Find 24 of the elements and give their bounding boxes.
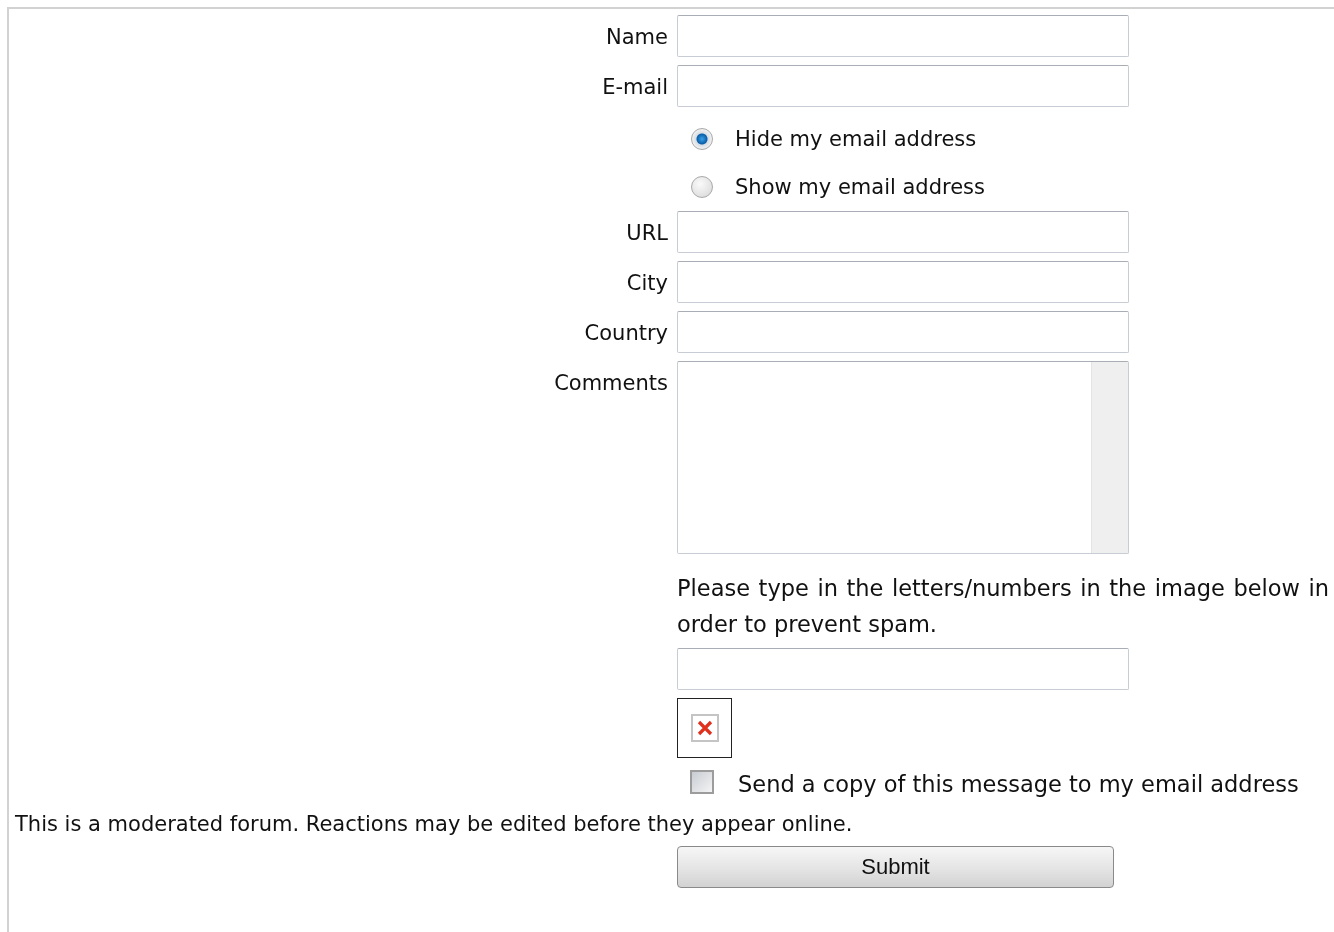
moderation-notice: This is a moderated forum. Reactions may be edited before they appear online. bbox=[14, 811, 854, 838]
input-field[interactable] bbox=[677, 15, 1129, 57]
field-label: URL bbox=[626, 220, 668, 245]
radio-button[interactable] bbox=[691, 176, 713, 198]
input-field[interactable] bbox=[677, 65, 1129, 107]
radio-button[interactable] bbox=[691, 128, 713, 150]
field-label: City bbox=[626, 270, 668, 295]
captcha-field[interactable] bbox=[677, 648, 1129, 690]
field-label: E-mail bbox=[602, 74, 668, 99]
checkbox[interactable] bbox=[690, 770, 714, 794]
checkbox-label: Send a copy of this message to my email address bbox=[738, 771, 1299, 797]
field-label: Country bbox=[584, 320, 668, 345]
radio-label: Show my email address bbox=[735, 174, 985, 201]
submit-button[interactable]: Submit bbox=[677, 846, 1114, 888]
field-label: Comments bbox=[554, 370, 668, 395]
broken-image-icon bbox=[690, 714, 719, 742]
input-field[interactable] bbox=[677, 261, 1129, 303]
captcha-instruction: Please type in the letters/numbers in the image below in order to prevent spam. bbox=[677, 574, 1329, 639]
input-field[interactable] bbox=[677, 311, 1129, 353]
radio-label: Hide my email address bbox=[735, 126, 977, 153]
input-field[interactable] bbox=[677, 211, 1129, 253]
field-label: Name bbox=[606, 24, 668, 49]
scrollbar[interactable] bbox=[1091, 362, 1128, 553]
comments-field[interactable] bbox=[677, 361, 1129, 554]
